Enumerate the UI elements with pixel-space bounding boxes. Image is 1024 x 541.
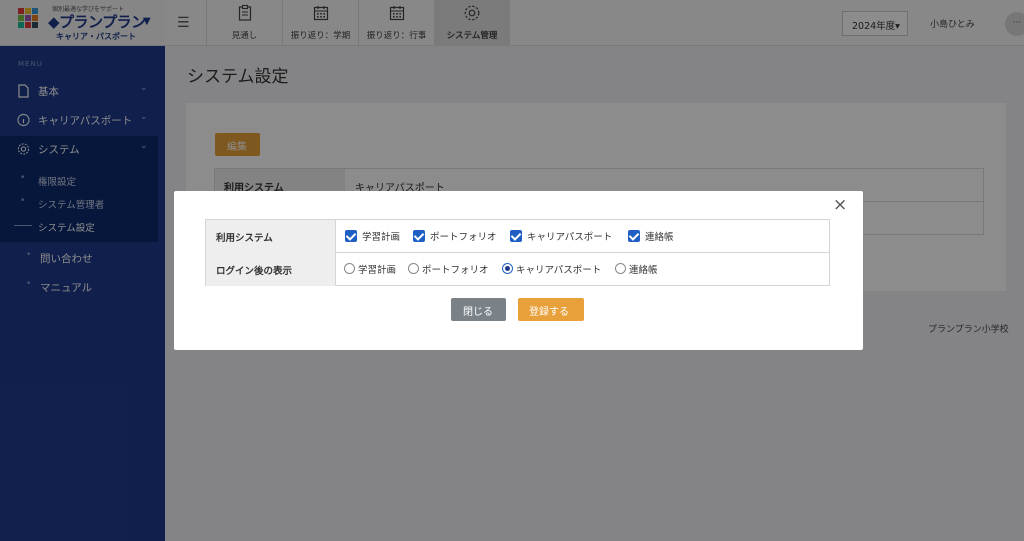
- option-label: ポートフォリオ: [430, 232, 497, 243]
- modal-settings-table: 利用システム 学習計画 ポートフォリオ キャリアパスポート 連絡帳 ログイン後の…: [205, 219, 830, 286]
- close-button[interactable]: 閉じる: [451, 298, 506, 321]
- radio-unselected-icon: [344, 263, 355, 274]
- row-label: 利用システム: [216, 233, 273, 244]
- option-label: 連絡帳: [645, 232, 674, 243]
- system-settings-modal: × 利用システム 学習計画 ポートフォリオ キャリアパスポート 連絡帳 ログイン…: [174, 191, 863, 350]
- checkbox-checked-icon: [510, 230, 522, 242]
- option-label: 連絡帳: [629, 265, 658, 276]
- option-label: 学習計画: [362, 232, 401, 243]
- row-header-after-login: ログイン後の表示: [206, 253, 336, 286]
- row-label: ログイン後の表示: [216, 266, 293, 277]
- register-button-label: 登録する: [529, 307, 569, 318]
- row-header-systems: 利用システム: [206, 220, 336, 253]
- option-label: 学習計画: [358, 265, 397, 276]
- table-row: ログイン後の表示 学習計画 ポートフォリオ キャリアパスポート 連絡帳: [206, 253, 829, 286]
- register-button[interactable]: 登録する: [518, 298, 584, 321]
- checkbox-checked-icon: [345, 230, 357, 242]
- checkbox-checked-icon: [413, 230, 425, 242]
- option-label: ポートフォリオ: [422, 265, 489, 276]
- table-row: 利用システム 学習計画 ポートフォリオ キャリアパスポート 連絡帳: [206, 220, 829, 253]
- checkbox-checked-icon: [628, 230, 640, 242]
- radio-unselected-icon: [615, 263, 626, 274]
- option-label: キャリアパスポート: [516, 265, 602, 276]
- radio-selected-icon: [502, 263, 513, 274]
- close-button-label: 閉じる: [463, 307, 493, 318]
- radio-unselected-icon: [408, 263, 419, 274]
- option-label: キャリアパスポート: [527, 232, 613, 243]
- close-icon[interactable]: ×: [833, 195, 847, 215]
